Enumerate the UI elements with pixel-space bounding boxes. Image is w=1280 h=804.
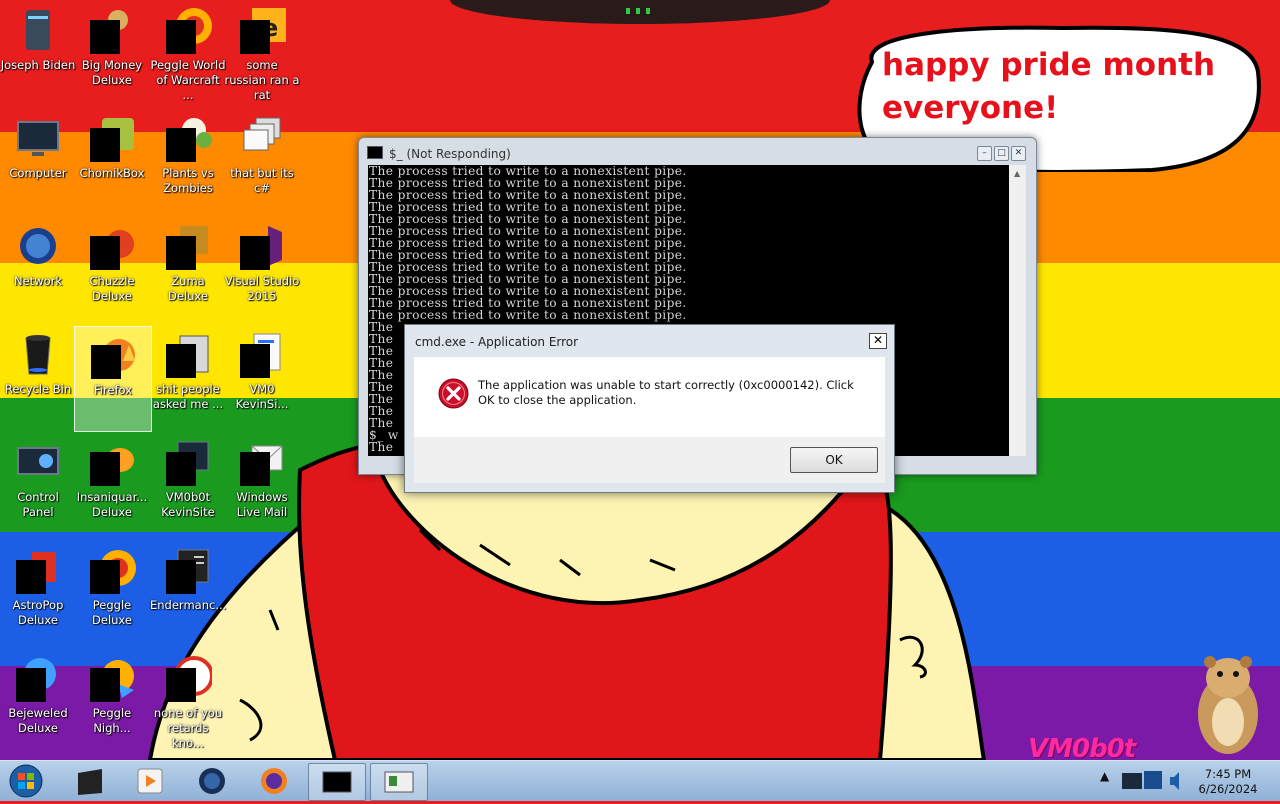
monitor-icon <box>14 114 62 162</box>
minimize-button[interactable]: – <box>977 146 992 161</box>
game-icon <box>14 654 62 702</box>
desktop-icon-some-russian-ran-a-rat[interactable]: e some russian ran a rat <box>224 2 300 106</box>
globe-icon <box>14 222 62 270</box>
terminal-icon <box>322 771 352 793</box>
firefox-icon <box>261 768 287 794</box>
desktop-icon-joseph-biden[interactable]: Joseph Biden <box>0 2 76 106</box>
game-icon <box>164 114 212 162</box>
volume-icon[interactable] <box>1170 772 1179 790</box>
monitor-tray-icon[interactable] <box>1144 771 1162 789</box>
app-icon <box>88 114 136 162</box>
firefox-icon <box>89 331 137 379</box>
error-dialog-title: cmd.exe - Application Error <box>415 335 579 349</box>
windows-stack-icon <box>238 114 286 162</box>
taskbar-app-firefox[interactable] <box>246 763 302 799</box>
media-player-icon <box>137 768 163 794</box>
desktop-icon-insaniquarium-deluxe[interactable]: Insaniquar... Deluxe <box>74 434 150 538</box>
game-icon <box>88 546 136 594</box>
ok-button[interactable]: OK <box>790 447 878 473</box>
game-icon <box>88 438 136 486</box>
scroll-up-arrow-icon[interactable]: ▲ <box>1014 169 1020 178</box>
desktop-icon-peggle-nights[interactable]: Peggle Nigh... <box>74 650 150 754</box>
console-line: The process tried to write to a nonexist… <box>369 308 687 322</box>
hamster-image <box>1198 656 1258 754</box>
desktop-icon-endermanc[interactable]: Endermanc... <box>150 542 226 646</box>
game-icon <box>164 222 212 270</box>
window-icon <box>384 771 414 793</box>
tray-clock[interactable]: 7:45 PM 6/26/2024 <box>1188 767 1268 797</box>
game-icon <box>88 654 136 702</box>
clock-date: 6/26/2024 <box>1198 782 1258 796</box>
desktop-icon-vm0b0t-kevinsite[interactable]: VM0b0t KevinSite <box>150 434 226 538</box>
app-icon <box>164 546 212 594</box>
desktop-icon-that-but-its-c-sharp[interactable]: that but its c# <box>224 110 300 214</box>
recycle-bin-icon <box>14 330 62 378</box>
speech-bubble-text: happy pride month everyone! <box>882 47 1216 126</box>
console-scrollbar[interactable]: ▲ <box>1009 165 1026 456</box>
error-icon <box>438 378 469 409</box>
error-message: The application was unable to start corr… <box>478 378 854 407</box>
desktop-icon-zuma-deluxe[interactable]: Zuma Deluxe <box>150 218 226 322</box>
tower-icon <box>14 6 62 54</box>
control-panel-icon <box>14 438 62 486</box>
desktop-icon-astropop-deluxe[interactable]: AstroPop Deluxe <box>0 542 76 646</box>
taskbar-app-media-player[interactable] <box>122 763 178 799</box>
taskbar-app-cmd[interactable] <box>308 763 366 801</box>
globe-icon <box>199 768 225 794</box>
game-icon <box>88 222 136 270</box>
error-dialog-close-button[interactable]: ✕ <box>869 333 887 349</box>
desktop-icon-windows-live-mail[interactable]: Windows Live Mail <box>224 434 300 538</box>
start-button[interactable] <box>4 763 48 799</box>
desktop-icon-none-of-you-retards-kno[interactable]: none of you retards kno... <box>150 650 226 754</box>
desktop-icon-peggle-world-of-warcraft[interactable]: Peggle World of Warcraft ... <box>150 2 226 106</box>
taskbar: ▲ 7:45 PM 6/26/2024 <box>0 760 1280 801</box>
tower-icon <box>78 769 102 795</box>
desktop-icon-big-money-deluxe[interactable]: Big Money Deluxe <box>74 2 150 106</box>
desktop-icon-control-panel[interactable]: Control Panel <box>0 434 76 538</box>
window-caption-buttons: – □ ✕ <box>975 146 1026 165</box>
network-tray-icon[interactable] <box>1122 773 1142 789</box>
tray-overflow-arrow-icon[interactable]: ▲ <box>1100 769 1109 783</box>
error-dialog[interactable]: cmd.exe - Application Error ✕ The applic… <box>404 324 895 493</box>
document-icon <box>238 330 286 378</box>
close-button[interactable]: ✕ <box>1011 146 1026 161</box>
game-icon <box>14 546 62 594</box>
vm0b0t-watermark: VM0b0t <box>1028 734 1136 760</box>
desktop-icon-vm0-kevinsi[interactable]: VM0 KevinSi... <box>224 326 300 430</box>
folder-icon <box>164 330 212 378</box>
taskbar-app-globe[interactable] <box>184 763 240 799</box>
taskbar-app-error-dialog[interactable] <box>370 763 428 801</box>
desktop-icon-bejeweled-deluxe[interactable]: Bejeweled Deluxe <box>0 650 76 754</box>
taskbar-app-explorer[interactable] <box>62 763 118 799</box>
game-icon <box>164 654 214 702</box>
game-icon <box>164 6 212 54</box>
desktop-icon-chuzzle-deluxe[interactable]: Chuzzle Deluxe <box>74 218 150 322</box>
desktop-icon-firefox[interactable]: Firefox <box>74 326 152 432</box>
app-icon: e <box>238 6 286 54</box>
maximize-button[interactable]: □ <box>994 146 1009 161</box>
mail-icon <box>238 438 286 486</box>
game-icon <box>88 6 136 54</box>
error-dialog-footer: OK <box>414 437 885 483</box>
desktop-icon-chomikbox[interactable]: ChomikBox <box>74 110 150 214</box>
terminal-icon <box>367 146 383 159</box>
clock-time: 7:45 PM <box>1204 767 1252 781</box>
cmd-window-title: $_ (Not Responding) <box>389 147 511 161</box>
desktop-icon-network[interactable]: Network <box>0 218 76 322</box>
tray-icons <box>1122 771 1179 790</box>
app-icon <box>164 438 212 486</box>
desktop-icon-plants-vs-zombies[interactable]: Plants vs Zombies <box>150 110 226 214</box>
desktop-icon-visual-studio-2015[interactable]: Visual Studio 2015 <box>224 218 300 322</box>
desktop-icon-shit-people-asked-me[interactable]: shit people asked me ... <box>150 326 226 430</box>
desktop-icon-recycle-bin[interactable]: Recycle Bin <box>0 326 76 430</box>
desktop-icon-computer[interactable]: Computer <box>0 110 76 214</box>
error-dialog-body: The application was unable to start corr… <box>414 357 885 437</box>
cmd-window-titlebar[interactable]: $_ (Not Responding) <box>367 146 511 162</box>
desktop-icon-peggle-deluxe[interactable]: Peggle Deluxe <box>74 542 150 646</box>
windows-orb-icon <box>9 764 43 798</box>
visual-studio-icon <box>238 222 286 270</box>
